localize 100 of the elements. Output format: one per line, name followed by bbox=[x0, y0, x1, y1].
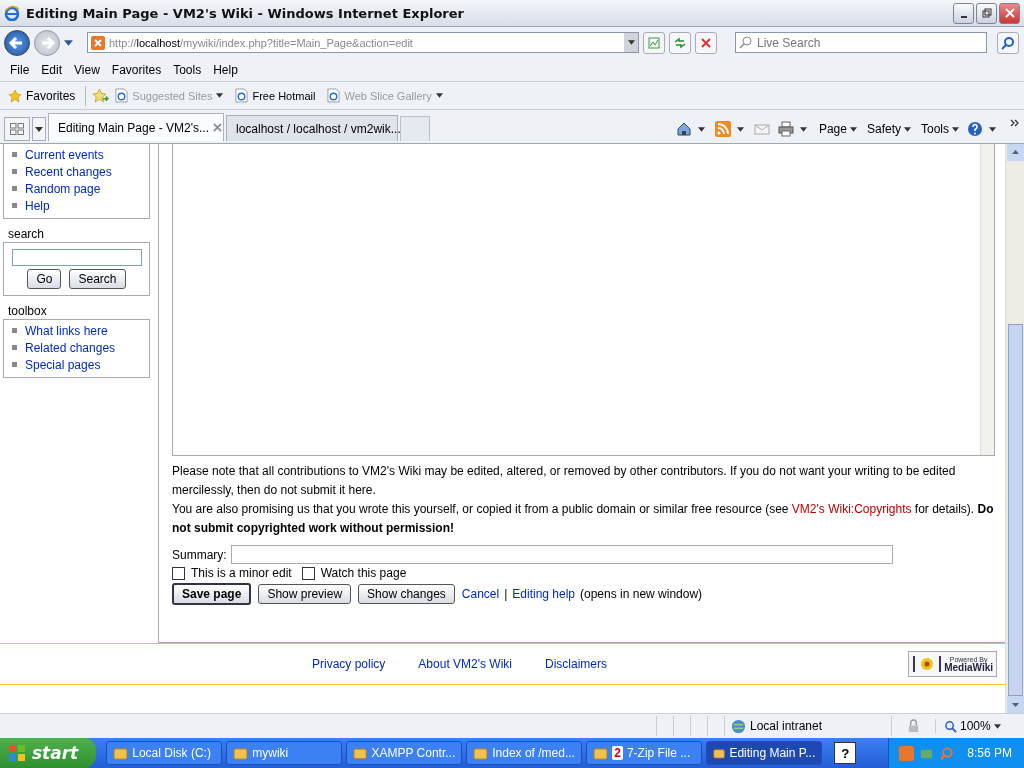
search-field[interactable]: Live Search bbox=[735, 32, 987, 53]
checkbox-label[interactable]: Watch this page bbox=[320, 566, 407, 580]
page-scrollbar[interactable] bbox=[1005, 144, 1024, 713]
star-icon bbox=[8, 88, 22, 103]
zoom-control[interactable]: 100% bbox=[935, 719, 1024, 733]
stop-button[interactable] bbox=[695, 31, 717, 54]
caret-icon[interactable] bbox=[64, 39, 73, 46]
address-field[interactable]: http://localhost/mywiki/index.php?title=Main_Page&action=edit bbox=[87, 32, 639, 53]
command-menu[interactable]: Safety bbox=[866, 122, 911, 136]
caret-icon[interactable] bbox=[989, 126, 996, 132]
taskbar-button[interactable]: XAMPP Contr... bbox=[346, 741, 463, 765]
search-input[interactable] bbox=[11, 249, 142, 266]
menu-item[interactable]: Favorites bbox=[105, 62, 168, 77]
taskbar-button[interactable]: Index of /med... bbox=[466, 741, 583, 765]
checkbox[interactable] bbox=[172, 566, 185, 580]
toolbox-link[interactable]: Special pages bbox=[25, 357, 101, 372]
footer-link[interactable]: Privacy policy bbox=[312, 657, 386, 671]
form-button[interactable]: Show preview bbox=[258, 584, 352, 604]
home-icon[interactable] bbox=[675, 121, 692, 137]
separator-text: | bbox=[504, 587, 508, 601]
toolbox-link[interactable]: What links here bbox=[25, 323, 108, 338]
taskbar-button[interactable]: 2 7-Zip File ... bbox=[586, 741, 703, 765]
editing-help-link[interactable]: Editing help bbox=[512, 587, 575, 601]
bullet-icon bbox=[12, 203, 17, 208]
windows-flag-icon bbox=[8, 744, 26, 762]
back-button[interactable] bbox=[4, 29, 30, 56]
picture-icon bbox=[647, 35, 661, 50]
security-zone: Local intranet bbox=[725, 716, 892, 736]
scroll-down-icon[interactable] bbox=[1006, 696, 1024, 713]
caret-icon[interactable] bbox=[736, 126, 744, 132]
taskbar-button[interactable]: Local Disk (C:) bbox=[106, 741, 223, 765]
minimize-icon bbox=[960, 16, 967, 18]
browser-tab[interactable]: localhost / localhost / vm2wik... bbox=[226, 115, 398, 141]
menu-item[interactable]: Help bbox=[207, 62, 244, 77]
globe-icon bbox=[731, 718, 746, 734]
caret-icon[interactable] bbox=[799, 126, 807, 132]
command-menu[interactable]: Page bbox=[818, 122, 857, 136]
form-button[interactable]: Show changes bbox=[358, 584, 455, 604]
search-icon bbox=[739, 35, 753, 49]
footer-link[interactable]: About VM2's Wiki bbox=[418, 657, 512, 671]
taskbar-button[interactable]: mywiki bbox=[226, 741, 343, 765]
scroll-up-icon[interactable] bbox=[1006, 144, 1024, 161]
favorites-button[interactable]: Favorites bbox=[4, 88, 80, 103]
caret-icon[interactable] bbox=[697, 126, 705, 132]
window-icon bbox=[113, 745, 129, 761]
summary-input[interactable] bbox=[230, 545, 893, 564]
bullet-icon bbox=[12, 345, 17, 350]
footer-link[interactable]: Disclaimers bbox=[545, 657, 608, 671]
restore-icon bbox=[981, 8, 992, 18]
favorite-link[interactable]: Free Hotmail bbox=[235, 88, 316, 103]
close-icon[interactable] bbox=[213, 123, 223, 132]
browser-logo-icon bbox=[4, 5, 20, 21]
caret-icon bbox=[904, 126, 911, 132]
portlet-heading: toolbox bbox=[7, 303, 48, 319]
quick-tabs-button[interactable] bbox=[4, 117, 30, 141]
help-taskbar-button[interactable]: ? bbox=[834, 742, 857, 764]
command-menu[interactable]: Tools bbox=[921, 122, 959, 136]
bullet-icon bbox=[12, 186, 17, 191]
help-icon[interactable] bbox=[967, 121, 983, 137]
search-button[interactable]: Search bbox=[69, 269, 126, 289]
site-icon bbox=[91, 35, 105, 50]
bullet-icon bbox=[12, 152, 17, 157]
window-icon bbox=[353, 745, 368, 761]
menu-item[interactable]: Edit bbox=[35, 62, 69, 77]
summary-label: Summary: bbox=[172, 547, 227, 562]
refresh-icon bbox=[673, 35, 687, 50]
taskbar-button[interactable]: Editing Main P... bbox=[706, 741, 823, 765]
chevron-icon[interactable] bbox=[1010, 119, 1020, 127]
nav-link[interactable]: Current events bbox=[25, 147, 104, 162]
refresh-button[interactable] bbox=[669, 31, 691, 54]
menu-item[interactable]: Tools bbox=[167, 62, 208, 77]
nav-link[interactable]: Recent changes bbox=[25, 164, 112, 179]
copyrights-link[interactable]: VM2's Wiki:Copyrights bbox=[791, 502, 912, 516]
close-button[interactable] bbox=[999, 2, 1020, 24]
cancel-link[interactable]: Cancel bbox=[461, 587, 500, 601]
form-button[interactable]: Save page bbox=[172, 583, 252, 605]
toolbox-link[interactable]: Related changes bbox=[25, 340, 116, 355]
dropdown-button[interactable] bbox=[624, 33, 638, 52]
portlet-heading: search bbox=[7, 226, 46, 242]
menu-item[interactable]: View bbox=[68, 62, 106, 77]
window-icon bbox=[233, 745, 249, 761]
bullet-icon bbox=[12, 169, 17, 174]
minimize-button[interactable] bbox=[953, 2, 974, 24]
checkbox-label[interactable]: This is a minor edit bbox=[191, 566, 292, 580]
search-button[interactable] bbox=[997, 31, 1019, 54]
tab-list-button[interactable] bbox=[32, 117, 46, 141]
print-icon[interactable] bbox=[777, 121, 794, 137]
menu-item[interactable]: File bbox=[4, 62, 36, 77]
add-favorite-icon[interactable] bbox=[92, 88, 110, 103]
nav-link[interactable]: Random page bbox=[25, 181, 101, 196]
caret-icon bbox=[216, 93, 224, 98]
window-icon bbox=[473, 745, 489, 761]
checkbox[interactable] bbox=[301, 566, 315, 580]
search-icon bbox=[1001, 35, 1015, 50]
go-button[interactable]: Go bbox=[27, 269, 62, 289]
page-icon bbox=[115, 88, 129, 103]
browser-tab[interactable]: Editing Main Page - VM2's... bbox=[48, 113, 224, 141]
nav-link[interactable]: Help bbox=[25, 198, 50, 213]
bullet-icon bbox=[12, 362, 17, 367]
restore-button[interactable] bbox=[976, 2, 997, 24]
